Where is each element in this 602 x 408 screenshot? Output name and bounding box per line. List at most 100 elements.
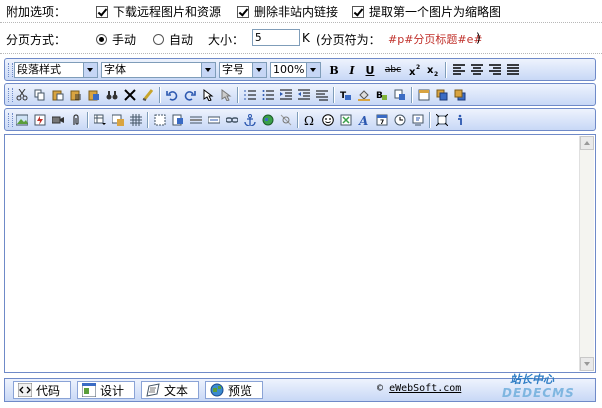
design-icon — [82, 383, 96, 397]
align-right-button[interactable] — [487, 62, 503, 78]
outdent-button[interactable] — [296, 87, 312, 103]
insert-art-text-button[interactable]: A — [356, 112, 372, 128]
justify-button[interactable] — [505, 62, 521, 78]
info-icon — [458, 114, 462, 125]
paste-icon — [52, 90, 64, 101]
redo-button[interactable] — [182, 87, 198, 103]
insert-media-button[interactable] — [50, 112, 66, 128]
paging-auto-radio[interactable]: 自动 — [153, 31, 193, 48]
radio-icon[interactable] — [153, 34, 164, 45]
toolbar-grip[interactable] — [8, 63, 13, 77]
select-button[interactable] — [200, 87, 216, 103]
insert-attachment-button[interactable] — [68, 112, 84, 128]
page-size-input[interactable] — [252, 29, 300, 46]
preview-mode-tab[interactable]: 预览 — [205, 381, 263, 399]
insert-table-menu-button[interactable] — [92, 112, 108, 128]
design-mode-tab[interactable]: 设计 — [77, 381, 135, 399]
font-size-select[interactable]: 字号 — [219, 62, 267, 78]
toolbar-separator — [411, 87, 413, 103]
insert-date-button[interactable]: 7 — [374, 112, 390, 128]
insert-code-button[interactable] — [410, 112, 426, 128]
checkbox-checked-icon[interactable] — [96, 5, 108, 18]
highlight-button[interactable]: B — [374, 87, 390, 103]
editor-content-area[interactable] — [4, 134, 596, 373]
paging-row: 分页方式： 手动 自动 大小： K (分页符为： #p#分页标题#e# ) — [0, 25, 602, 54]
scroll-down-icon[interactable] — [580, 357, 594, 371]
paragraph-style-select[interactable]: 段落样式 — [14, 62, 98, 78]
insert-frame-button[interactable] — [152, 112, 168, 128]
copy-icon — [34, 89, 45, 101]
insert-form-button[interactable] — [170, 112, 186, 128]
layer-front-button[interactable] — [434, 87, 450, 103]
copy-button[interactable] — [32, 87, 48, 103]
insert-hr-button[interactable] — [188, 112, 204, 128]
text-mode-tab[interactable]: 文本 — [141, 381, 199, 399]
align-center-button[interactable] — [469, 62, 485, 78]
insert-image-button[interactable] — [14, 112, 30, 128]
chevron-down-icon[interactable] — [201, 63, 215, 77]
remove-links-checkbox[interactable]: 删除非站内链接 — [237, 3, 338, 20]
ordered-list-button[interactable] — [242, 87, 258, 103]
superscript-button[interactable]: x2 — [407, 62, 423, 78]
find-button[interactable] — [104, 87, 120, 103]
absolute-position-button[interactable] — [218, 87, 234, 103]
numbered-list-icon — [244, 90, 256, 100]
style-button[interactable] — [392, 87, 408, 103]
indent-button[interactable] — [278, 87, 294, 103]
svg-text:x: x — [409, 67, 416, 76]
unordered-list-button[interactable] — [260, 87, 276, 103]
font-select[interactable]: 字体 — [101, 62, 216, 78]
bold-button[interactable]: B — [326, 62, 342, 78]
insert-anchor-button[interactable] — [242, 112, 258, 128]
paging-manual-radio[interactable]: 手动 — [96, 31, 136, 48]
insert-grid-button[interactable] — [128, 112, 144, 128]
paste-text-button[interactable] — [68, 87, 84, 103]
insert-marquee-button[interactable] — [206, 112, 222, 128]
code-mode-tab[interactable]: 代码 — [13, 381, 71, 399]
align-left-button[interactable] — [451, 62, 467, 78]
delete-button[interactable] — [122, 87, 138, 103]
editor-scrollbar[interactable] — [579, 136, 594, 371]
thumbnail-checkbox[interactable]: 提取第一个图片为缩略图 — [352, 3, 501, 20]
download-remote-checkbox[interactable]: 下载远程图片和资源 — [96, 3, 221, 20]
text-color-icon: T — [340, 91, 351, 101]
insert-time-button[interactable] — [392, 112, 408, 128]
chevron-down-icon[interactable] — [306, 63, 320, 77]
unlink-button[interactable] — [278, 112, 294, 128]
table-properties-button[interactable] — [110, 112, 126, 128]
insert-link-button[interactable] — [224, 112, 240, 128]
toolbar-grip[interactable] — [8, 113, 13, 127]
insert-excel-button[interactable] — [338, 112, 354, 128]
remove-format-button[interactable] — [140, 87, 156, 103]
subscript-button[interactable]: x2 — [425, 62, 441, 78]
insert-emoticon-button[interactable] — [320, 112, 336, 128]
paste-word-button[interactable] — [86, 87, 102, 103]
checkbox-checked-icon[interactable] — [237, 5, 249, 18]
radio-selected-icon[interactable] — [96, 34, 107, 45]
insert-flash-button[interactable] — [32, 112, 48, 128]
fullscreen-button[interactable] — [434, 112, 450, 128]
insert-map-button[interactable] — [260, 112, 276, 128]
vendor-link[interactable]: eWebSoft.com — [389, 383, 461, 394]
zoom-select[interactable]: 100% — [270, 62, 321, 78]
layer-back-button[interactable] — [452, 87, 468, 103]
about-button[interactable] — [452, 112, 468, 128]
background-color-button[interactable] — [356, 87, 372, 103]
checkbox-checked-icon[interactable] — [352, 5, 364, 18]
cut-button[interactable] — [14, 87, 30, 103]
toolbar-grip[interactable] — [8, 88, 13, 102]
insert-layer-button[interactable] — [416, 87, 432, 103]
scroll-up-icon[interactable] — [580, 136, 594, 150]
italic-button[interactable]: I — [344, 62, 360, 78]
strikethrough-button[interactable]: abc — [382, 62, 404, 78]
chevron-down-icon[interactable] — [252, 63, 266, 77]
chevron-down-icon[interactable] — [83, 63, 97, 77]
font-color-button[interactable]: T — [338, 87, 354, 103]
underline-button[interactable]: U — [362, 62, 378, 78]
undo-button[interactable] — [164, 87, 180, 103]
paperclip-icon — [73, 114, 79, 125]
svg-text:B: B — [376, 91, 383, 101]
special-char-button[interactable]: Ω — [302, 112, 318, 128]
paste-button[interactable] — [50, 87, 66, 103]
paragraph-button[interactable] — [314, 87, 330, 103]
